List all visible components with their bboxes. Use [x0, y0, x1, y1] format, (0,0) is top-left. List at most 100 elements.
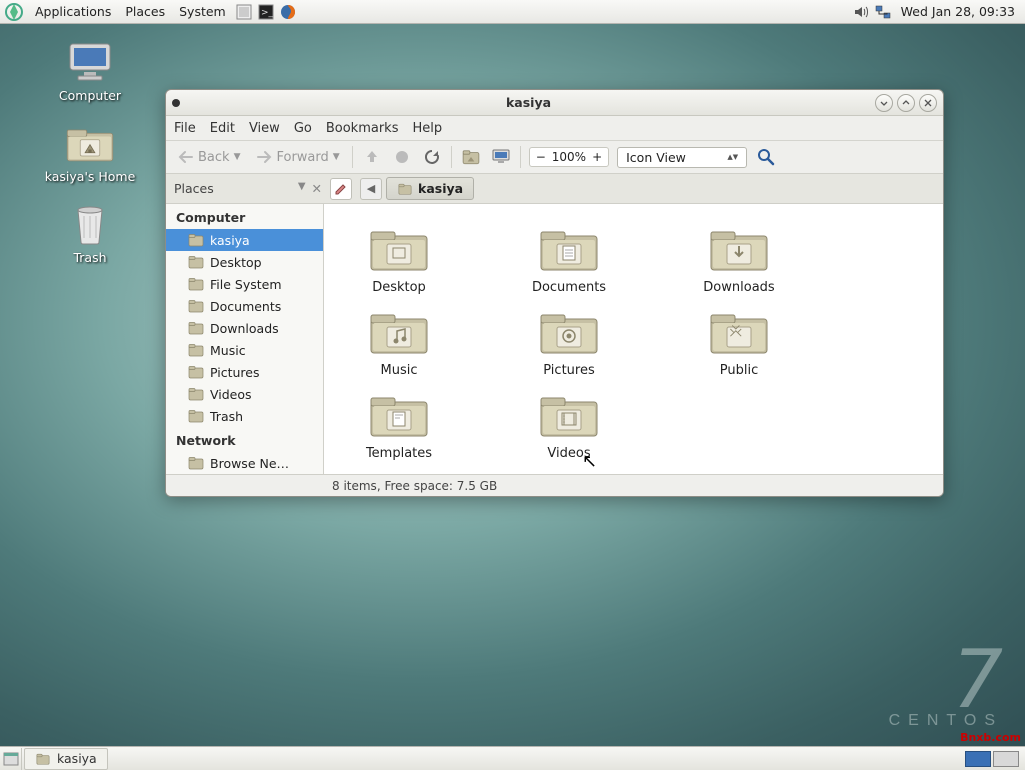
icon-view[interactable]: Desktop Documents Downloads Music Pictures Pu… [324, 204, 943, 474]
stop-button[interactable] [391, 146, 413, 168]
places-sidebar: ComputerkasiyaDesktopFile SystemDocument… [166, 204, 324, 474]
sidebar-item-music[interactable]: Music [166, 339, 323, 361]
menu-bookmarks[interactable]: Bookmarks [326, 121, 399, 136]
forward-button[interactable]: Forward ▼ [252, 148, 343, 167]
sidebar-item-file-system[interactable]: File System [166, 273, 323, 295]
desktop-icon-trash[interactable]: Trash [30, 202, 150, 265]
home-button[interactable] [460, 146, 482, 168]
distro-logo-icon [4, 2, 24, 22]
sidebar-heading: Network [166, 427, 323, 452]
panel-clock[interactable]: Wed Jan 28, 09:33 [894, 0, 1025, 24]
file-downloads[interactable]: Downloads [674, 222, 804, 295]
sidebar-close-icon[interactable]: ✕ [312, 181, 322, 196]
show-desktop-button[interactable] [0, 748, 22, 770]
folder-icon [188, 298, 204, 314]
sidebar-item-trash[interactable]: Trash [166, 405, 323, 427]
sidebar-heading: Computer [166, 204, 323, 229]
zoom-in-icon[interactable]: + [592, 150, 602, 164]
dropdown-arrows-icon: ▲▼ [727, 154, 738, 161]
sidebar-item-kasiya[interactable]: kasiya [166, 229, 323, 251]
back-button[interactable]: Back ▼ [174, 148, 244, 167]
desktop-icon [188, 254, 204, 270]
folder-icon [707, 222, 771, 274]
folder-icon [367, 305, 431, 357]
window-titlebar[interactable]: kasiya [166, 90, 943, 116]
toolbar: Back ▼ Forward ▼ − 100% + Icon View ▲▼ [166, 140, 943, 174]
drive-icon [188, 276, 204, 292]
path-crumb-home[interactable]: kasiya [386, 177, 474, 200]
workspace-2[interactable] [993, 751, 1019, 767]
search-button[interactable] [755, 146, 777, 168]
bottom-panel: kasiya [0, 746, 1025, 770]
desktop-icon-home[interactable]: kasiya's Home [30, 121, 150, 184]
folder-icon [707, 305, 771, 357]
folder-icon [188, 364, 204, 380]
file-documents[interactable]: Documents [504, 222, 634, 295]
folder-icon [188, 386, 204, 402]
file-templates[interactable]: Templates [334, 388, 464, 461]
home-icon [188, 232, 204, 248]
panel-launcher-file-manager-icon[interactable] [235, 3, 253, 21]
folder-icon [188, 342, 204, 358]
window-close-button[interactable] [919, 94, 937, 112]
volume-icon[interactable] [852, 3, 870, 21]
menu-view[interactable]: View [249, 121, 280, 136]
top-panel: Applications Places System >_ Wed Jan 28… [0, 0, 1025, 24]
window-maximize-button[interactable] [897, 94, 915, 112]
panel-menu-applications[interactable]: Applications [28, 0, 118, 24]
network-icon [188, 455, 204, 471]
sidebar-item-browse-ne-[interactable]: Browse Ne… [166, 452, 323, 474]
watermark: Bnxb.com [960, 731, 1021, 744]
sidebar-item-videos[interactable]: Videos [166, 383, 323, 405]
file-pictures[interactable]: Pictures [504, 305, 634, 378]
panel-launcher-terminal-icon[interactable]: >_ [257, 3, 275, 21]
file-desktop[interactable]: Desktop [334, 222, 464, 295]
file-videos[interactable]: Videos [504, 388, 634, 461]
folder-icon [367, 222, 431, 274]
home-icon [397, 182, 413, 196]
sidebar-item-documents[interactable]: Documents [166, 295, 323, 317]
sidebar-header: Places ▼✕ [174, 181, 322, 196]
folder-icon [537, 222, 601, 274]
menu-go[interactable]: Go [294, 121, 312, 136]
edit-path-button[interactable] [330, 178, 352, 200]
workspace-switcher[interactable] [965, 751, 1025, 767]
menu-edit[interactable]: Edit [210, 121, 235, 136]
view-mode-select[interactable]: Icon View ▲▼ [617, 147, 747, 168]
network-icon[interactable] [874, 3, 892, 21]
folder-icon [188, 320, 204, 336]
workspace-1[interactable] [965, 751, 991, 767]
menu-file[interactable]: File [174, 121, 196, 136]
window-minimize-button[interactable] [875, 94, 893, 112]
home-icon [35, 752, 51, 766]
computer-button[interactable] [490, 146, 512, 168]
menubar: File Edit View Go Bookmarks Help [166, 116, 943, 140]
svg-text:>_: >_ [261, 8, 274, 18]
sidebar-item-pictures[interactable]: Pictures [166, 361, 323, 383]
desktop-icon-computer[interactable]: Computer [30, 40, 150, 103]
window-icon [172, 99, 180, 107]
folder-icon [537, 388, 601, 440]
path-up-button[interactable]: ◀ [360, 178, 382, 200]
up-button[interactable] [361, 146, 383, 168]
window-title: kasiya [186, 95, 871, 110]
taskbar-window-button[interactable]: kasiya [24, 748, 108, 770]
sidebar-item-downloads[interactable]: Downloads [166, 317, 323, 339]
trash-icon [188, 408, 204, 424]
panel-launcher-firefox-icon[interactable] [279, 3, 297, 21]
menu-help[interactable]: Help [412, 121, 442, 136]
folder-icon [367, 388, 431, 440]
file-public[interactable]: Public [674, 305, 804, 378]
panel-menu-places[interactable]: Places [118, 0, 172, 24]
zoom-out-icon[interactable]: − [536, 150, 546, 164]
centos-brand: 7 CENTOS [889, 648, 1003, 730]
sidebar-dropdown-icon[interactable]: ▼ [298, 181, 306, 196]
zoom-control[interactable]: − 100% + [529, 147, 609, 167]
status-bar: 8 items, Free space: 7.5 GB [166, 474, 943, 496]
folder-icon [537, 305, 601, 357]
panel-menu-system[interactable]: System [172, 0, 233, 24]
reload-button[interactable] [421, 146, 443, 168]
location-bar: Places ▼✕ ◀ kasiya [166, 174, 943, 204]
file-music[interactable]: Music [334, 305, 464, 378]
sidebar-item-desktop[interactable]: Desktop [166, 251, 323, 273]
